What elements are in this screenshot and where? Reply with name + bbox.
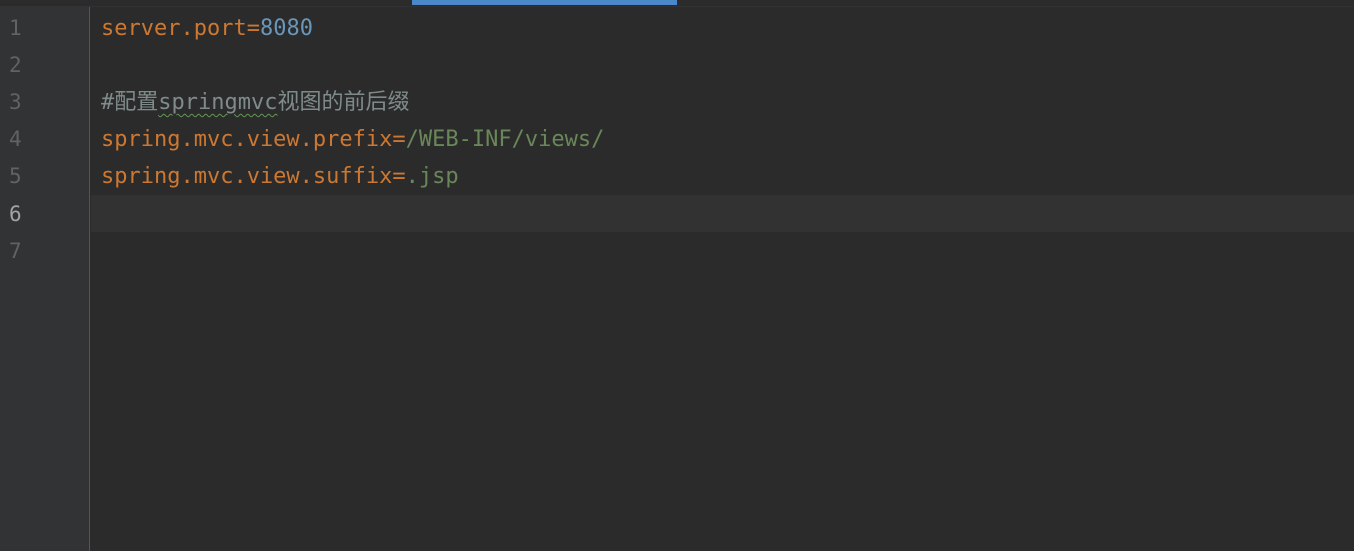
- code-line-3[interactable]: #配置springmvc视图的前后缀: [91, 84, 1354, 121]
- code-line-7[interactable]: [91, 233, 1354, 270]
- spellcheck-word: springmvc: [158, 90, 278, 115]
- editor-tab-strip: [0, 0, 1354, 7]
- property-key: server.port: [101, 16, 247, 41]
- line-number-gutter[interactable]: 1 2 3 4 5 6 7: [0, 7, 90, 551]
- line-number: 2: [9, 53, 22, 77]
- line-number: 5: [9, 164, 22, 188]
- code-editor[interactable]: server.port=8080 #配置springmvc视图的前后缀 spri…: [91, 7, 1354, 551]
- line-number: 7: [9, 239, 22, 263]
- code-line-4[interactable]: spring.mvc.view.prefix=/WEB-INF/views/: [91, 121, 1354, 158]
- line-number: 3: [9, 90, 22, 114]
- line-number: 4: [9, 127, 22, 151]
- equals-sign: =: [246, 16, 260, 41]
- code-line-6-current[interactable]: [91, 195, 1354, 232]
- equals-sign: =: [392, 127, 406, 152]
- property-value: .jsp: [405, 164, 459, 189]
- comment-hash: #: [101, 90, 115, 115]
- comment-text-pre: 配置: [114, 90, 159, 115]
- code-line-5[interactable]: spring.mvc.view.suffix=.jsp: [91, 158, 1354, 195]
- comment-text-post: 视图的前后缀: [277, 90, 410, 115]
- equals-sign: =: [392, 164, 406, 189]
- property-key: spring.mvc.view.suffix: [101, 164, 393, 189]
- code-line-1[interactable]: server.port=8080: [91, 10, 1354, 47]
- line-number: 1: [9, 16, 22, 40]
- active-tab-indicator[interactable]: [412, 0, 677, 5]
- property-value: /WEB-INF/views/: [405, 127, 605, 152]
- property-key: spring.mvc.view.prefix: [101, 127, 393, 152]
- current-line-number: 6: [9, 202, 22, 226]
- code-line-2[interactable]: [91, 47, 1354, 84]
- property-value: 8080: [259, 16, 313, 41]
